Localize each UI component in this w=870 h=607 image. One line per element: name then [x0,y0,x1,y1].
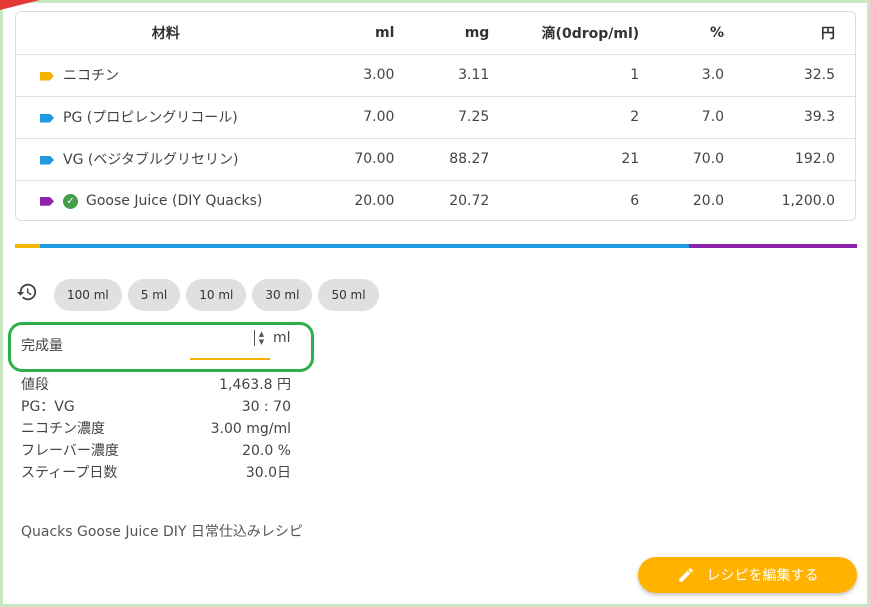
header-yen[interactable]: 円 [725,12,855,54]
stat-row: スティープ日数 30.0日 [21,462,291,484]
ml-value: 3.00 [315,53,396,96]
ingredient-label: Goose Juice (DIY Quacks) [86,193,263,210]
quick-amount-chip[interactable]: 30 ml [252,279,313,311]
table-header-row: 材料 ml mg 滴(0drop/ml) % 円 [16,12,855,54]
ingredient-name: VG (ベジタブルグリセリン) [16,137,316,180]
yen-value: 192.0 [725,137,855,180]
mg-value: 7.25 [395,95,491,138]
drops-value: 2 [490,95,641,138]
ingredient-label: VG (ベジタブルグリセリン) [63,152,239,168]
header-percent[interactable]: % [640,12,725,54]
stat-value: 30.0日 [245,465,291,481]
ingredient-name: ニコチン [16,53,316,96]
composition-segment [688,244,857,248]
header-ingredient[interactable]: 材料 [16,12,316,54]
drops-value: 1 [490,53,641,96]
percent-value: 20.0 [640,179,726,220]
table-row[interactable]: ニコチン 3.00 3.11 1 3.0 32.5 [16,53,855,96]
tag-icon [40,196,54,206]
ingredient-label: PG (プロピレングリコール) [63,110,238,126]
ingredients-table: 材料 ml mg 滴(0drop/ml) % 円 ニコチン 3.00 3.11 1 3.… [16,12,855,220]
composition-bar [15,244,857,248]
yen-value: 32.5 [725,53,855,96]
edit-recipe-label: レシピを編集する [706,568,819,584]
edit-recipe-button[interactable]: レシピを編集する [638,557,857,593]
final-amount-label: 完成量 [21,338,63,354]
spinner-arrows-icon[interactable]: ▲ ▼ [254,330,268,346]
stat-row: フレーバー濃度 20.0 % [21,440,291,462]
header-mg[interactable]: mg [395,12,490,54]
tag-icon [40,113,54,123]
recipe-stats: 値段 1,463.8 円 PG：VG 30 : 70 ニコチン濃度 3.00 mg/ml フ… [21,374,291,484]
ingredient-name: PG (プロピレングリコール) [16,95,316,138]
stat-value: 3.00 mg/ml [210,421,291,437]
drops-value: 21 [490,137,641,180]
pencil-icon [678,568,693,582]
header-ml[interactable]: ml [316,12,396,54]
table-row[interactable]: ✓ Goose Juice (DIY Quacks) 20.00 20.72 6 20.0… [16,179,855,220]
tag-icon [40,155,54,165]
mg-value: 3.11 [395,53,491,96]
corner-marker [0,0,40,10]
ingredient-label: ニコチン [63,68,119,84]
ml-value: 70.00 [315,137,396,180]
ml-value: 7.00 [315,95,396,138]
quick-amount-chips: 100 ml 5 ml 10 ml 30 ml 50 ml [54,279,379,311]
mg-value: 20.72 [395,179,491,220]
stat-label: PG：VG [21,399,75,415]
quick-amount-chip[interactable]: 10 ml [186,279,247,311]
ml-value: 20.00 [315,179,396,220]
stat-row: 値段 1,463.8 円 [21,374,291,396]
table-row[interactable]: PG (プロピレングリコール) 7.00 7.25 2 7.0 39.3 [16,95,855,138]
yen-value: 39.3 [725,95,855,138]
stat-value: 30 : 70 [241,399,291,415]
final-amount-unit: ml [273,330,291,346]
stat-row: PG：VG 30 : 70 [21,396,291,418]
composition-segment [15,244,41,248]
percent-value: 7.0 [640,95,726,138]
yen-value: 1,200.0 [725,179,855,220]
quick-amount-chip[interactable]: 5 ml [127,279,181,311]
quick-amount-chip[interactable]: 50 ml [318,279,379,311]
drops-value: 6 [490,179,641,220]
ingredient-name: ✓ Goose Juice (DIY Quacks) [16,179,316,220]
tag-icon [40,71,54,81]
percent-value: 70.0 [640,137,726,180]
stat-label: 値段 [21,377,49,393]
composition-segment [40,244,689,248]
check-circle-icon: ✓ [63,193,78,209]
quick-amount-chip[interactable]: 100 ml [54,279,122,311]
ingredients-table-card: 材料 ml mg 滴(0drop/ml) % 円 ニコチン 3.00 3.11 1 3.… [15,11,856,221]
header-drops[interactable]: 滴(0drop/ml) [490,12,640,54]
stat-value: 20.0 % [242,443,291,459]
stat-label: ニコチン濃度 [21,421,105,437]
recipe-description: Quacks Goose Juice DIY 日常仕込みレシピ [21,524,303,540]
mg-value: 88.27 [395,137,491,180]
stat-value: 1,463.8 円 [219,377,291,393]
table-row[interactable]: VG (ベジタブルグリセリン) 70.00 88.27 21 70.0 192.0 [16,137,855,180]
stat-label: スティープ日数 [21,465,118,481]
history-icon[interactable] [16,281,38,303]
stat-label: フレーバー濃度 [21,443,119,459]
stat-row: ニコチン濃度 3.00 mg/ml [21,418,291,440]
percent-value: 3.0 [640,53,726,96]
